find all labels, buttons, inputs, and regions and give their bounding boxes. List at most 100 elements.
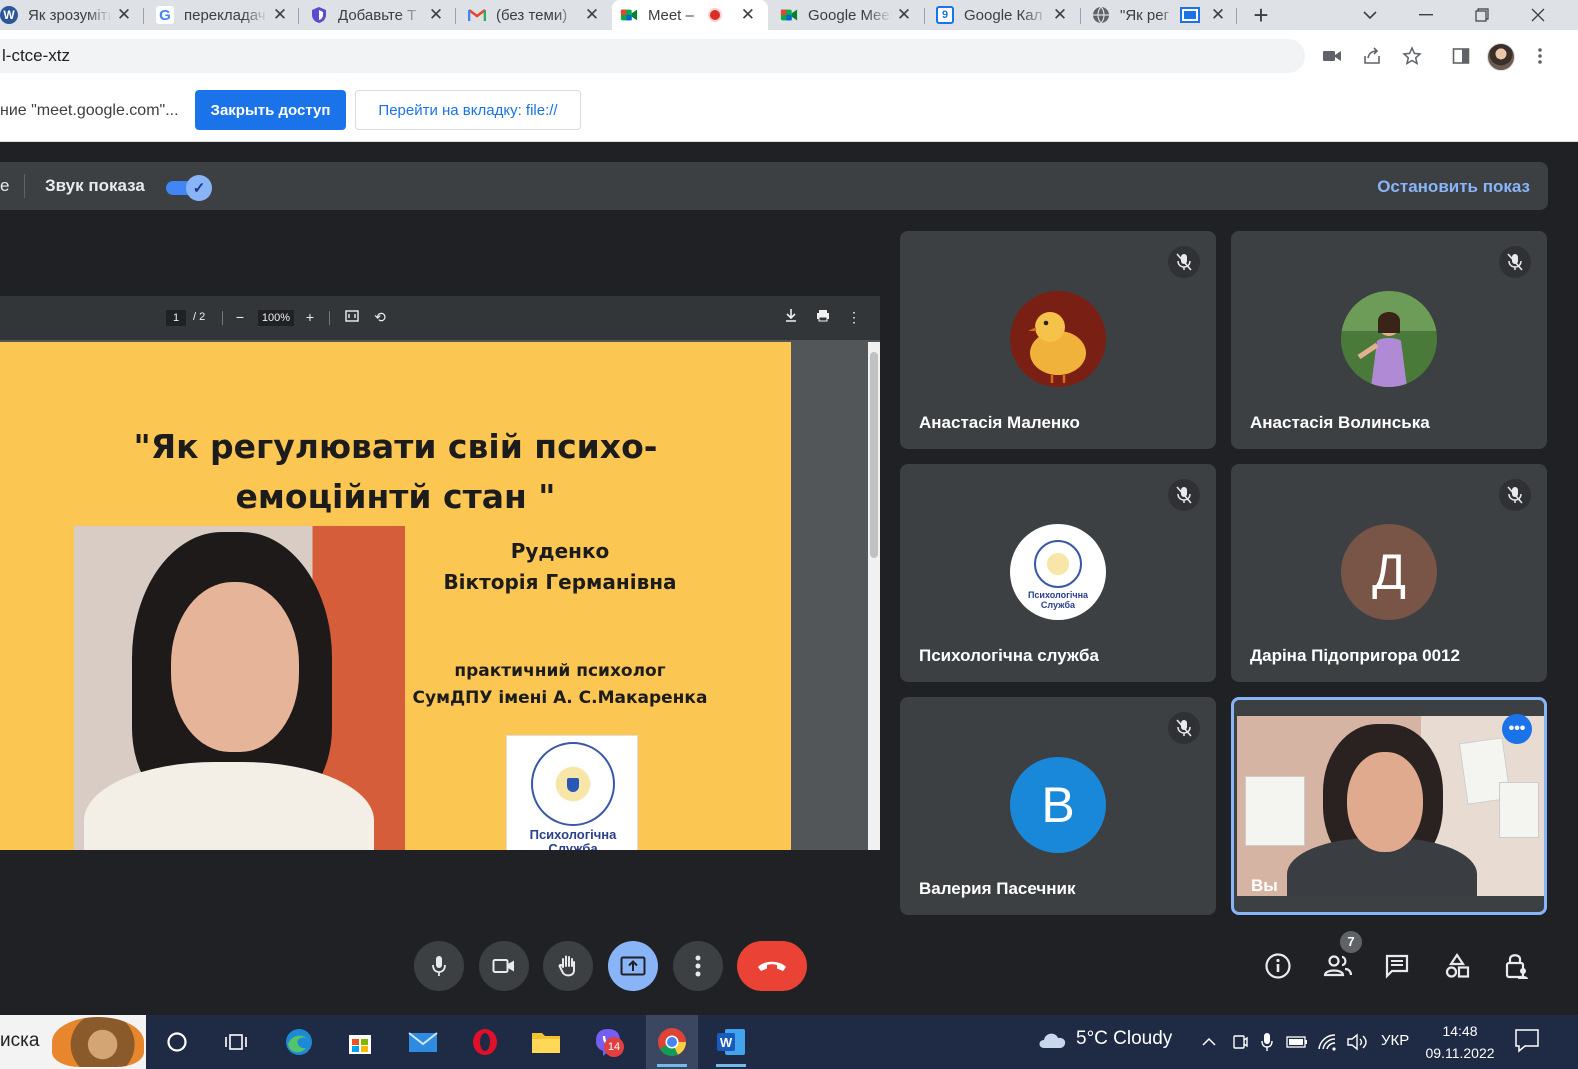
tab-google-meet[interactable]: Google Meet ✕ <box>772 0 920 30</box>
participant-tile[interactable]: Психологічна Служба Психологічна служба <box>900 464 1216 682</box>
battery-icon[interactable] <box>1286 1031 1308 1053</box>
meeting-details-button[interactable] <box>1261 949 1295 983</box>
leave-call-button[interactable] <box>737 941 807 991</box>
wifi-icon[interactable] <box>1317 1031 1339 1053</box>
present-now-button[interactable] <box>608 941 658 991</box>
chick-avatar <box>1010 291 1106 387</box>
tab-add-extension[interactable]: Добавьте Т ✕ <box>302 0 452 30</box>
participant-tile[interactable]: Д Даріна Підопригора 0012 <box>1231 464 1547 682</box>
weather-widget[interactable]: 5°C Cloudy <box>1036 1028 1172 1050</box>
close-icon[interactable]: ✕ <box>428 5 444 25</box>
chrome-icon[interactable] <box>653 1023 691 1067</box>
raise-hand-button[interactable] <box>543 941 593 991</box>
input-language[interactable]: УКР <box>1381 1032 1409 1049</box>
close-icon[interactable]: ✕ <box>896 5 912 25</box>
share-icon[interactable] <box>1360 44 1384 68</box>
participants-button[interactable] <box>1321 949 1355 983</box>
close-window-button[interactable] <box>1510 0 1566 30</box>
tab-file-presentation[interactable]: "Як рег ✕ <box>1084 0 1234 30</box>
speaker-university: СумДПУ імені А. С.Макаренка <box>412 688 708 708</box>
task-view-icon[interactable] <box>217 1023 255 1061</box>
meet-indicator-icon[interactable] <box>1229 1031 1251 1053</box>
fit-page-icon[interactable] <box>343 308 361 326</box>
cortana-icon[interactable] <box>158 1023 196 1061</box>
notifications-icon[interactable] <box>1514 1027 1540 1055</box>
minimize-button[interactable] <box>1398 0 1454 30</box>
taskbar-search-box[interactable]: иска <box>0 1015 146 1069</box>
zoom-out-icon[interactable]: − <box>231 308 249 326</box>
recording-indicator-icon <box>707 8 722 22</box>
new-tab-button[interactable]: + <box>1234 0 1288 30</box>
participant-tile[interactable]: Анастасія Волинська <box>1231 231 1547 449</box>
close-icon[interactable]: ✕ <box>1052 5 1068 25</box>
avatar-caption: Служба <box>1040 600 1076 610</box>
tab-title: перекладач <box>184 6 266 24</box>
file-explorer-icon[interactable] <box>527 1023 565 1061</box>
side-panel-icon[interactable] <box>1449 44 1473 68</box>
stop-sharing-button[interactable]: Закрыть доступ <box>195 90 346 130</box>
logo-caption-line: Служба <box>548 841 598 851</box>
close-icon[interactable]: ✕ <box>116 5 132 25</box>
tab-search-button[interactable] <box>1342 0 1398 30</box>
close-icon[interactable]: ✕ <box>584 5 600 25</box>
rotate-icon[interactable]: ⟲ <box>371 308 389 326</box>
speaker-given-names: Вікторія Германівна <box>443 570 677 594</box>
stop-presenting-button[interactable]: Остановить показ <box>1377 177 1530 197</box>
bookmark-star-icon[interactable] <box>1400 44 1424 68</box>
camera-button[interactable] <box>479 941 529 991</box>
zoom-in-icon[interactable]: + <box>301 308 319 326</box>
clock[interactable]: 14:48 09.11.2022 <box>1422 1020 1498 1064</box>
address-bar[interactable]: l-ctce-xtz <box>0 39 1305 73</box>
chevron-up-icon[interactable] <box>1198 1031 1220 1053</box>
tab-word-doc[interactable]: W Як зрозуміти ✕ <box>0 0 140 30</box>
meet-icon <box>780 6 798 24</box>
mail-icon[interactable] <box>404 1023 442 1061</box>
participant-tile[interactable]: Анастасія Маленко <box>900 231 1216 449</box>
self-view-tile[interactable]: ••• Вы <box>1231 697 1547 915</box>
participant-name: Вы <box>1251 876 1278 895</box>
microsoft-store-icon[interactable] <box>341 1023 379 1061</box>
close-icon[interactable]: ✕ <box>272 5 288 25</box>
scrollbar-thumb[interactable] <box>870 352 878 558</box>
close-icon[interactable]: ✕ <box>740 5 756 25</box>
tab-meet-active[interactable]: Meet – ✕ <box>612 0 768 30</box>
chat-icon <box>1385 954 1409 979</box>
speaker-role: практичний психолог СумДПУ імені А. С.Ма… <box>405 658 715 712</box>
hand-icon <box>558 955 575 977</box>
word-icon[interactable]: W <box>712 1023 750 1067</box>
tab-divider <box>298 8 299 24</box>
browser-menu-icon[interactable] <box>1528 44 1552 68</box>
activities-button[interactable] <box>1440 949 1474 983</box>
page-number-input[interactable]: 1 <box>166 310 186 326</box>
more-options-icon[interactable]: ••• <box>1502 714 1532 744</box>
svg-text:W: W <box>720 1035 733 1050</box>
more-options-button[interactable] <box>673 941 723 991</box>
volume-icon[interactable] <box>1346 1031 1368 1053</box>
globe-icon <box>1092 6 1110 24</box>
activities-icon <box>1445 953 1470 978</box>
microphone-in-use-icon[interactable] <box>1256 1031 1278 1053</box>
edge-icon[interactable] <box>280 1023 318 1061</box>
tab-google-calendar[interactable]: 9 Google Кал ✕ <box>928 0 1076 30</box>
chat-button[interactable] <box>1380 949 1414 983</box>
video-face <box>1347 752 1423 852</box>
microphone-button[interactable] <box>414 941 464 991</box>
download-icon[interactable] <box>782 308 800 326</box>
pdf-scrollbar[interactable] <box>868 342 880 850</box>
opera-icon[interactable] <box>466 1023 504 1061</box>
participant-name: Анастасія Маленко <box>919 413 1080 432</box>
share-audio-toggle[interactable]: ✓ <box>166 175 212 201</box>
zoom-level-input[interactable]: 100% <box>258 310 294 326</box>
profile-avatar[interactable] <box>1487 43 1515 71</box>
tab-gmail[interactable]: (без теми) ✕ <box>460 0 608 30</box>
print-icon[interactable] <box>814 308 832 326</box>
wall-paper <box>1499 782 1539 838</box>
more-options-icon[interactable]: ⋮ <box>845 308 863 326</box>
close-icon[interactable]: ✕ <box>1210 5 1226 25</box>
tab-translator[interactable]: G перекладач ✕ <box>148 0 296 30</box>
participant-tile[interactable]: В Валерия Пасечник <box>900 697 1216 915</box>
switch-to-tab-button[interactable]: Перейти на вкладку: file:// <box>355 90 581 130</box>
host-controls-button[interactable] <box>1500 949 1534 983</box>
camera-in-use-icon[interactable] <box>1320 44 1344 68</box>
restore-button[interactable] <box>1454 0 1510 30</box>
